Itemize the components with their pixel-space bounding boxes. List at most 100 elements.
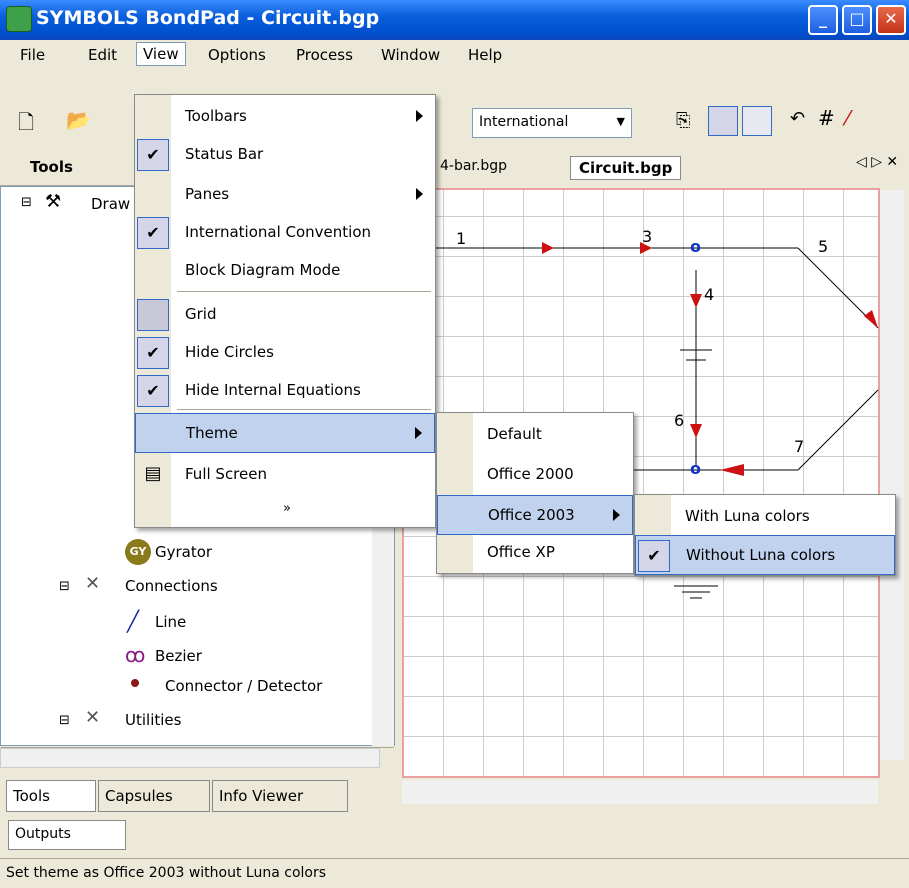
diagram-label: 3 — [642, 227, 652, 246]
checkmark-icon: ✔ — [137, 139, 169, 171]
tree-item-utilities[interactable]: Utilities — [125, 711, 181, 729]
diagram-label: 6 — [674, 411, 684, 430]
checkmark-icon: ✔ — [137, 217, 169, 249]
pen-icon[interactable]: ⁄ — [846, 106, 849, 130]
view-menu: Toolbars ✔ Status Bar Panes ✔ Internationa… — [134, 94, 436, 528]
menu-item-label: Hide Internal Equations — [185, 381, 361, 399]
menu-item-block-diagram-mode[interactable]: Block Diagram Mode — [135, 251, 435, 291]
convention-select[interactable]: International ▼ — [472, 108, 632, 138]
tab-tools-label: Tools — [13, 787, 50, 805]
tab-circuit[interactable]: Circuit.bgp — [570, 156, 682, 180]
open-folder-icon[interactable]: 📂 — [66, 108, 91, 132]
tab-info-viewer-label: Info Viewer — [219, 787, 304, 805]
menu-item-full-screen[interactable]: ▤ Full Screen — [135, 455, 435, 495]
menu-view[interactable]: View — [136, 42, 186, 66]
canvas-horizontal-scrollbar[interactable] — [402, 780, 878, 804]
tab-info-viewer[interactable]: Info Viewer — [212, 780, 348, 812]
dots-toggle-icon[interactable] — [742, 106, 772, 136]
menu-item-toolbars[interactable]: Toolbars — [135, 97, 435, 137]
luna-item-label: Without Luna colors — [686, 546, 836, 564]
menu-item-theme[interactable]: Theme — [135, 413, 435, 453]
horizontal-scrollbar[interactable] — [0, 748, 380, 768]
tab-capsules-label: Capsules — [105, 787, 173, 805]
tree-item-bezier[interactable]: Bezier — [155, 647, 202, 665]
menu-window[interactable]: Window — [381, 46, 440, 64]
undo-icon[interactable]: ↶ — [790, 108, 805, 129]
theme-item-office-2003[interactable]: Office 2003 — [437, 495, 633, 535]
menu-item-international-convention[interactable]: ✔ International Convention — [135, 213, 435, 253]
menu-item-label: Block Diagram Mode — [185, 261, 341, 279]
menu-item-label: Hide Circles — [185, 343, 274, 361]
checkmark-icon: ✔ — [137, 337, 169, 369]
collapse-icon[interactable]: ⊟ — [21, 195, 32, 210]
theme-item[interactable]: Default — [437, 415, 633, 455]
tree-item-gyrator[interactable]: Gyrator — [155, 543, 212, 561]
theme-item[interactable]: Office 2000 — [437, 455, 633, 495]
title-bar: SYMBOLS BondPad - Circuit.bgp _ □ ✕ — [0, 0, 909, 40]
collapse-icon[interactable]: ⊟ — [59, 713, 70, 728]
office2003-submenu: With Luna colors ✔ Without Luna colors — [634, 494, 896, 576]
menu-item-label: Toolbars — [185, 107, 247, 125]
menu-item-panes[interactable]: Panes — [135, 175, 435, 215]
minimize-button[interactable]: _ — [808, 5, 838, 35]
tree-item-connections[interactable]: Connections — [125, 577, 218, 595]
hammer-icon: ⚒ — [45, 191, 62, 212]
menu-item-label: International Convention — [185, 223, 372, 241]
grid-toggle-icon[interactable] — [708, 106, 738, 136]
menu-expand[interactable]: » — [135, 491, 435, 531]
luna-without-item[interactable]: ✔ Without Luna colors — [635, 535, 895, 575]
tab-tools[interactable]: Tools — [6, 780, 96, 812]
theme-item-label: Office 2000 — [487, 465, 574, 483]
diagram-label: 7 — [794, 437, 804, 456]
menu-item-grid[interactable]: Grid — [135, 295, 435, 335]
checkmark-icon: ✔ — [638, 540, 670, 572]
menu-bar: File Edit View Options Process Window He… — [0, 40, 909, 72]
tree-item-draw[interactable]: Draw — [91, 195, 130, 213]
theme-item-label: Default — [487, 425, 542, 443]
svg-text:o: o — [690, 237, 701, 256]
luna-with-item[interactable]: With Luna colors — [635, 497, 895, 537]
copy-icon[interactable]: ⎘ — [676, 110, 690, 131]
status-text: Set theme as Office 2003 without Luna co… — [6, 865, 327, 881]
submenu-arrow-icon — [416, 188, 423, 200]
theme-item-label: Office XP — [487, 543, 555, 561]
new-file-icon[interactable]: 🗋 — [18, 108, 34, 142]
menu-item-hide-circles[interactable]: ✔ Hide Circles — [135, 333, 435, 373]
gyrator-badge: GY — [125, 539, 151, 565]
tree-item-line[interactable]: Line — [155, 613, 186, 631]
menu-process[interactable]: Process — [296, 46, 353, 64]
diagram-label: 4 — [704, 285, 714, 304]
tools-cross-icon: ✕ — [85, 707, 101, 728]
close-button[interactable]: ✕ — [876, 5, 906, 35]
outputs-tab[interactable]: Outputs — [8, 820, 126, 850]
tab-nav-icons[interactable]: ◁ ▷ ✕ — [856, 154, 898, 170]
app-icon — [6, 6, 32, 32]
canvas-vertical-scrollbar[interactable] — [880, 190, 904, 760]
tab-4bar[interactable]: 4-bar.bgp — [440, 158, 507, 174]
outputs-label: Outputs — [15, 826, 71, 842]
menu-edit[interactable]: Edit — [88, 46, 117, 64]
menu-help[interactable]: Help — [468, 46, 502, 64]
submenu-arrow-icon — [415, 427, 422, 439]
svg-text:o: o — [690, 459, 701, 478]
menu-item-label: Full Screen — [185, 465, 267, 483]
menu-item-status-bar[interactable]: ✔ Status Bar — [135, 135, 435, 175]
maximize-button[interactable]: □ — [842, 5, 872, 35]
theme-item[interactable]: Office XP — [437, 533, 633, 573]
connector-icon — [131, 679, 139, 687]
tab-capsules[interactable]: Capsules — [98, 780, 210, 812]
menu-item-label: Grid — [185, 305, 217, 323]
menu-options[interactable]: Options — [208, 46, 266, 64]
theme-item-label: Office 2003 — [488, 506, 575, 524]
menu-item-label: Panes — [185, 185, 230, 203]
menu-item-hide-internal-equations[interactable]: ✔ Hide Internal Equations — [135, 371, 435, 411]
tree-item-connector[interactable]: Connector / Detector — [165, 677, 322, 695]
submenu-arrow-icon — [416, 110, 423, 122]
collapse-icon[interactable]: ⊟ — [59, 579, 70, 594]
diagram-label: 5 — [818, 237, 828, 256]
status-bar: Set theme as Office 2003 without Luna co… — [0, 858, 909, 888]
chevron-down-icon: ▼ — [616, 115, 625, 128]
document-tabs: 4-bar.bgp Circuit.bgp ◁ ▷ ✕ — [400, 148, 909, 186]
menu-file[interactable]: File — [20, 46, 45, 64]
hash-icon[interactable]: # — [818, 106, 835, 130]
